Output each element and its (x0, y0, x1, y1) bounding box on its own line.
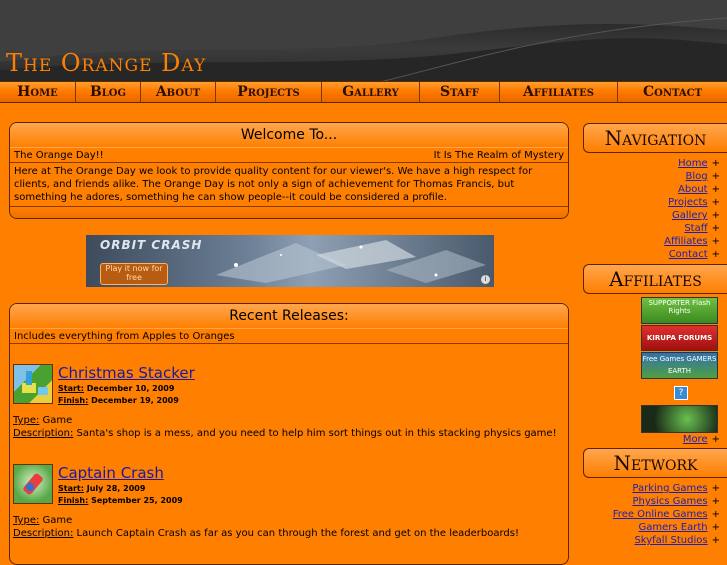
side-link-affiliates[interactable]: Affiliates + (664, 235, 720, 248)
navigation-list: Home + Blog + About + Projects + Gallery + St… (664, 157, 720, 261)
side-link-gallery[interactable]: Gallery + (664, 209, 720, 222)
question-icon[interactable]: ? (674, 386, 688, 400)
welcome-box: Welcome To... The Orange Day!! It Is The… (9, 122, 569, 219)
network-link-gamers-earth[interactable]: Gamers Earth + (613, 521, 720, 534)
more-link[interactable]: More + (683, 433, 720, 446)
ad-info-icon[interactable]: i (481, 275, 490, 284)
finish-label: Finish: (58, 496, 89, 505)
release-dates: Start: July 28, 2009 Finish: September 2… (58, 483, 183, 507)
network-link-skyfall-studios[interactable]: Skyfall Studios + (613, 534, 720, 547)
start-date: December 10, 2009 (86, 384, 175, 393)
nav-contact[interactable]: Contact (618, 82, 727, 102)
christmas-stacker-thumbnail[interactable] (13, 364, 53, 404)
release-description: Santa's shop is a mess, and you need to … (76, 428, 557, 439)
navigation-heading: Navigation (583, 123, 727, 153)
release-type: Game (42, 415, 73, 426)
nav-affiliates[interactable]: Affiliates (500, 82, 618, 102)
release-dates: Start: December 10, 2009 Finish: Decembe… (58, 383, 179, 407)
finish-date: December 19, 2009 (91, 396, 179, 405)
supporter-flash-badge[interactable]: SUPPORTER Flash Rights (641, 297, 718, 324)
release-item: Christmas Stacker Start: December 10, 20… (13, 364, 573, 444)
releases-title: Recent Releases: (10, 304, 568, 329)
site-header: The Orange Day (0, 0, 727, 82)
release-meta: Type: Game Description: Launch Captain C… (13, 514, 519, 540)
side-link-home[interactable]: Home + (664, 157, 720, 170)
network-heading: Network (583, 448, 727, 478)
banner-play-button[interactable]: Play it now for free (100, 263, 168, 285)
side-link-projects[interactable]: Projects + (664, 196, 720, 209)
nav-staff[interactable]: Staff (420, 82, 500, 102)
main-nav: Home Blog About Projects Gallery Staff A… (0, 81, 727, 103)
side-link-blog[interactable]: Blog + (664, 170, 721, 183)
side-link-contact[interactable]: Contact + (664, 248, 720, 261)
release-type: Game (42, 515, 73, 526)
release-description: Launch Captain Crash as far as you can t… (76, 528, 519, 539)
welcome-footer (10, 207, 568, 218)
banner-ad[interactable]: ORBIT CRASH Play it now for free i (86, 235, 494, 287)
start-label: Start: (58, 384, 84, 393)
releases-subtitle: Includes everything from Apples to Orang… (14, 330, 235, 342)
banner-brand: ORBIT CRASH (100, 238, 203, 252)
nav-gallery[interactable]: Gallery (322, 82, 420, 102)
welcome-body: Here at The Orange Day we look to provid… (10, 163, 568, 207)
network-link-free-online-games[interactable]: Free Online Games + (613, 508, 720, 521)
releases-subtitle-row: Includes everything from Apples to Orang… (10, 329, 568, 344)
release-meta: Type: Game Description: Santa's shop is … (13, 414, 557, 440)
network-link-physics-games[interactable]: Physics Games + (613, 495, 720, 508)
start-label: Start: (58, 484, 84, 493)
gamers-earth-badge[interactable]: Free Games GAMERS EARTH (641, 352, 718, 379)
welcome-caption-row: The Orange Day!! It Is The Realm of Myst… (10, 148, 568, 163)
finish-label: Finish: (58, 396, 89, 405)
christmas-stacker-icon (22, 371, 48, 395)
description-label: Description: (13, 428, 74, 439)
finish-date: September 25, 2009 (91, 496, 183, 505)
nav-blog[interactable]: Blog (76, 82, 141, 102)
kirupa-badge[interactable]: KIRUPA FORUMS (641, 325, 718, 351)
nav-home[interactable]: Home (0, 82, 76, 102)
type-label: Type: (13, 415, 40, 426)
welcome-title: Welcome To... (10, 123, 568, 148)
side-link-staff[interactable]: Staff + (664, 222, 720, 235)
more-list: More + (683, 433, 720, 446)
affiliates-heading: Affiliates (583, 264, 727, 294)
site-logo[interactable]: The Orange Day (6, 48, 206, 78)
welcome-right-caption: It Is The Realm of Mystery (433, 149, 564, 161)
nav-projects[interactable]: Projects (216, 82, 322, 102)
network-link-parking-games[interactable]: Parking Games + (613, 482, 720, 495)
welcome-left-caption: The Orange Day!! (14, 149, 104, 161)
nav-about[interactable]: About (141, 82, 216, 102)
type-label: Type: (13, 515, 40, 526)
side-link-about[interactable]: About + (664, 183, 720, 196)
column-connector (575, 103, 595, 121)
network-list: Parking Games + Physics Games + Free Onlin… (613, 482, 720, 547)
release-title[interactable]: Christmas Stacker (58, 364, 195, 382)
captain-crash-icon (23, 473, 43, 495)
alien-banner-badge[interactable] (641, 405, 718, 433)
release-item: Captain Crash Start: July 28, 2009 Finis… (13, 464, 573, 544)
start-date: July 28, 2009 (86, 484, 146, 493)
description-label: Description: (13, 528, 74, 539)
release-title[interactable]: Captain Crash (58, 464, 164, 482)
captain-crash-thumbnail[interactable] (13, 464, 53, 504)
